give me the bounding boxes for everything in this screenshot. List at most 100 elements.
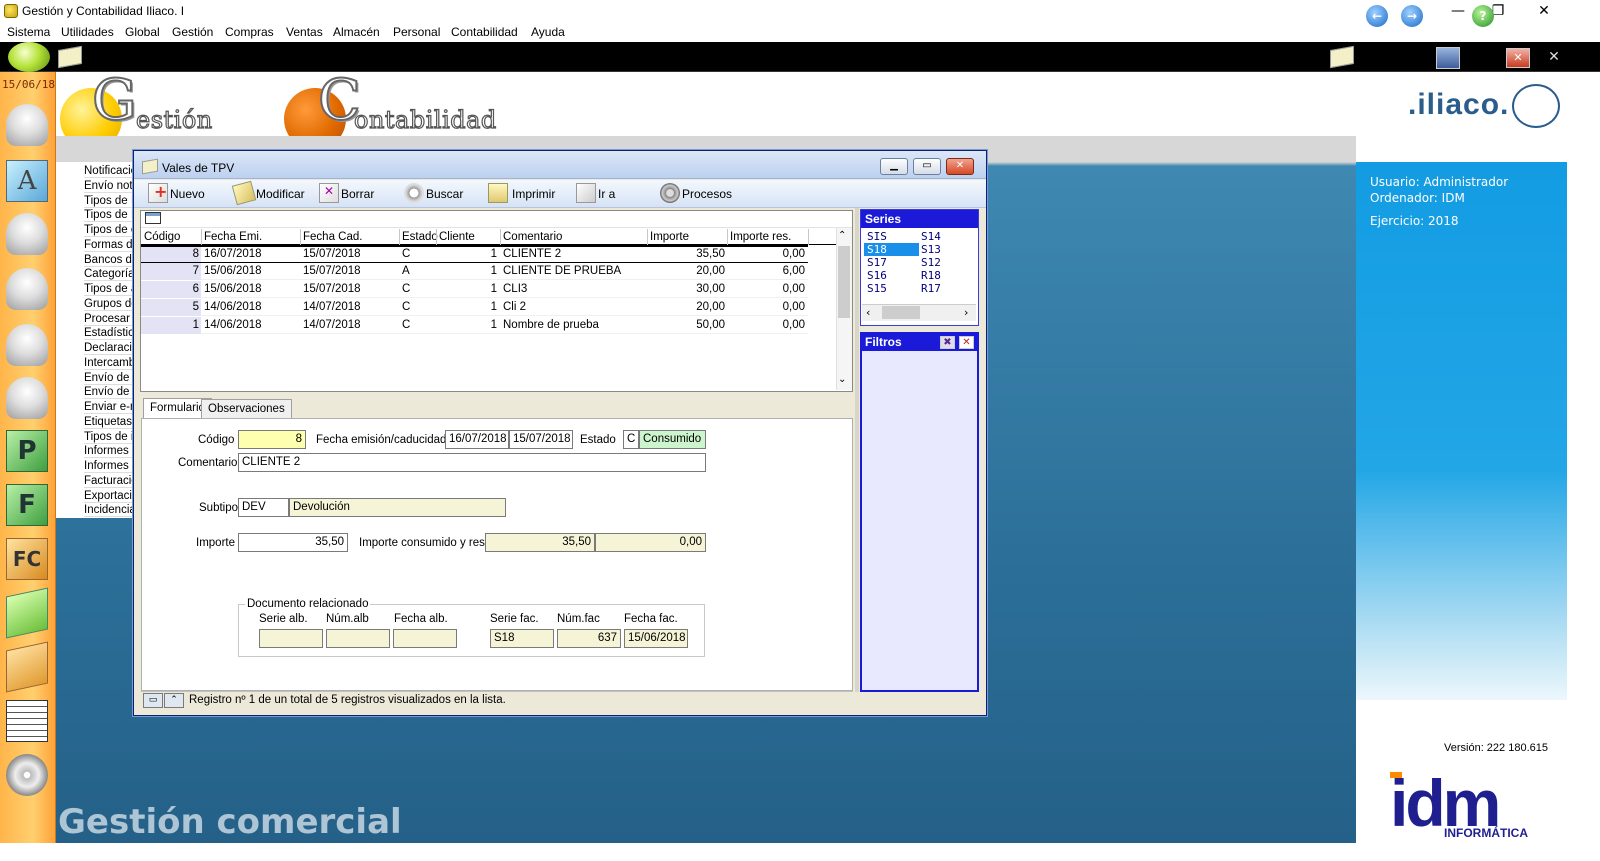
series-item[interactable]: S17	[864, 256, 919, 269]
comentario-field[interactable]: CLIENTE 2	[238, 453, 706, 472]
filters-close-icon[interactable]: ✕	[959, 336, 974, 349]
grid-form-splitter[interactable]	[140, 392, 856, 398]
goto-button[interactable]: Ir a	[598, 187, 615, 201]
module-tree-item[interactable]: Informes d	[84, 460, 134, 473]
col-codigo[interactable]: Código	[144, 231, 180, 243]
menu-utilidades[interactable]: Utilidades	[61, 25, 114, 39]
scroll-right-icon[interactable]: ›	[964, 306, 968, 319]
grid-layout-icon[interactable]	[145, 212, 161, 224]
tools-disc-icon[interactable]	[6, 754, 48, 796]
menu-almacen[interactable]: Almacén	[333, 25, 380, 39]
series-item[interactable]: S15	[864, 282, 919, 295]
help-icon[interactable]: ?	[1472, 5, 1494, 27]
module-tree-item[interactable]: Declaracio	[84, 342, 134, 355]
table-row[interactable]: 6 15/06/2018 15/07/2018 C 1 CLI3 30,00 0…	[141, 281, 808, 298]
invoices-icon[interactable]: F	[6, 484, 48, 526]
menu-gestion[interactable]: Gestión	[172, 25, 213, 39]
new-button[interactable]: Nuevo	[170, 187, 205, 201]
status-collapse-icon[interactable]: ⌃	[164, 693, 184, 708]
menu-global[interactable]: Global	[125, 25, 160, 39]
search-button[interactable]: Buscar	[426, 187, 463, 201]
module-tree-item[interactable]: Notificacio	[84, 165, 134, 178]
module-tree-item[interactable]: Facturació	[84, 475, 134, 488]
module-tree-item[interactable]: Incidencia	[84, 504, 134, 518]
module-tree-item[interactable]: Tipos de ir	[84, 431, 134, 444]
series-item[interactable]: S12	[918, 256, 973, 269]
module-tree-item[interactable]: Grupos de	[84, 298, 134, 311]
side-splitter[interactable]	[855, 208, 859, 692]
purchase-invoices-icon[interactable]: FC	[6, 538, 48, 580]
col-importe-res[interactable]: Importe res.	[730, 231, 791, 243]
close-all-icon[interactable]: ✕	[1542, 48, 1566, 68]
table-row[interactable]: 7 15/06/2018 15/07/2018 A 1 CLIENTE DE P…	[141, 263, 808, 280]
estado-code-field[interactable]: C	[623, 430, 639, 449]
module-tree-item[interactable]: Procesar f	[84, 313, 134, 326]
delete-button[interactable]: Borrar	[341, 187, 374, 201]
fecha-caducidad-field[interactable]: 15/07/2018	[509, 430, 573, 449]
windows-list-icon[interactable]	[1436, 47, 1460, 69]
series-item[interactable]: R18	[918, 269, 973, 282]
print-button[interactable]: Imprimir	[512, 187, 555, 201]
series-item[interactable]: S13	[918, 243, 973, 256]
module-tree-item[interactable]: Bancos de	[84, 254, 134, 267]
clients-group-icon[interactable]	[6, 104, 48, 146]
series-scroll-thumb[interactable]	[882, 306, 920, 319]
scroll-down-icon[interactable]: ⌄	[838, 374, 846, 385]
grid-scroll-thumb[interactable]	[838, 246, 850, 318]
articles-icon[interactable]: A	[6, 160, 48, 202]
home-orb-icon[interactable]	[8, 42, 50, 72]
close-window-icon[interactable]: ✕	[1506, 48, 1530, 68]
minimize-button[interactable]: —	[1440, 0, 1476, 22]
module-tree-item[interactable]: Categoría	[84, 268, 134, 282]
col-fecha-cad[interactable]: Fecha Cad.	[303, 231, 362, 243]
module-tree-item[interactable]: Exportació	[84, 490, 134, 503]
table-row[interactable]: 8 16/07/2018 15/07/2018 C 1 CLIENTE 2 35…	[141, 246, 808, 263]
col-fecha-emi[interactable]: Fecha Emi.	[204, 231, 262, 243]
sales-bag-icon[interactable]	[6, 587, 48, 639]
back-arrow-icon[interactable]: ←	[1366, 5, 1388, 27]
module-tree-item[interactable]: Formas de	[84, 239, 134, 252]
dialog-close-button[interactable]: ✕	[946, 158, 974, 175]
module-tree-item[interactable]: Tipos de e	[84, 224, 134, 237]
module-tree-item[interactable]: Informes d	[84, 445, 134, 459]
dialog-minimize-button[interactable]: ▁	[880, 158, 908, 175]
tab-observaciones[interactable]: Observaciones	[201, 399, 292, 419]
menu-contabilidad[interactable]: Contabilidad	[451, 25, 518, 39]
dialog-title-bar[interactable]	[134, 151, 986, 179]
series-item[interactable]: S16	[864, 269, 919, 282]
series-item[interactable]: R17	[918, 282, 973, 295]
col-importe[interactable]: Importe	[650, 231, 689, 243]
purchases-bag-icon[interactable]	[6, 641, 48, 693]
providers-icon[interactable]	[6, 268, 48, 310]
menu-compras[interactable]: Compras	[225, 25, 274, 39]
module-tree-item[interactable]: Tipos de a	[84, 283, 134, 296]
module-tree-item[interactable]: Envío de	[84, 386, 134, 400]
processes-button[interactable]: Procesos	[682, 187, 732, 201]
menu-sistema[interactable]: Sistema	[7, 25, 50, 39]
scroll-up-icon[interactable]: ⌃	[838, 230, 846, 241]
module-tree-item[interactable]: Tipos de II	[84, 209, 134, 223]
agents-icon[interactable]	[6, 377, 48, 419]
module-tree-item[interactable]: Estadística	[84, 327, 134, 341]
close-button[interactable]: ✕	[1526, 0, 1562, 22]
dialog-maximize-button[interactable]: ▭	[913, 158, 941, 175]
module-tree-item[interactable]: Intercambi	[84, 357, 134, 370]
edit-button[interactable]: Modificar	[256, 187, 305, 201]
module-tree-item[interactable]: Envío de I	[84, 372, 134, 385]
contacts-icon[interactable]	[6, 324, 48, 366]
ledger-icon[interactable]	[6, 700, 48, 742]
codigo-field[interactable]: 8	[238, 430, 306, 449]
menu-ayuda[interactable]: Ayuda	[531, 25, 565, 39]
forward-arrow-icon[interactable]: →	[1401, 5, 1423, 27]
series-item[interactable]: S14	[918, 230, 973, 243]
scroll-left-icon[interactable]: ‹	[866, 306, 870, 319]
col-estado[interactable]: Estado	[402, 231, 438, 243]
col-comentario[interactable]: Comentario	[503, 231, 562, 243]
subtipo-code-field[interactable]: DEV	[238, 498, 289, 517]
status-layout-icon[interactable]: ▭	[143, 693, 163, 708]
table-row[interactable]: 5 14/06/2018 14/07/2018 C 1 Cli 2 20,00 …	[141, 299, 808, 316]
importe-field[interactable]: 35,50	[238, 533, 348, 552]
filters-clear-icon[interactable]: ✖	[940, 336, 955, 349]
menu-ventas[interactable]: Ventas	[286, 25, 323, 39]
menu-personal[interactable]: Personal	[393, 25, 440, 39]
